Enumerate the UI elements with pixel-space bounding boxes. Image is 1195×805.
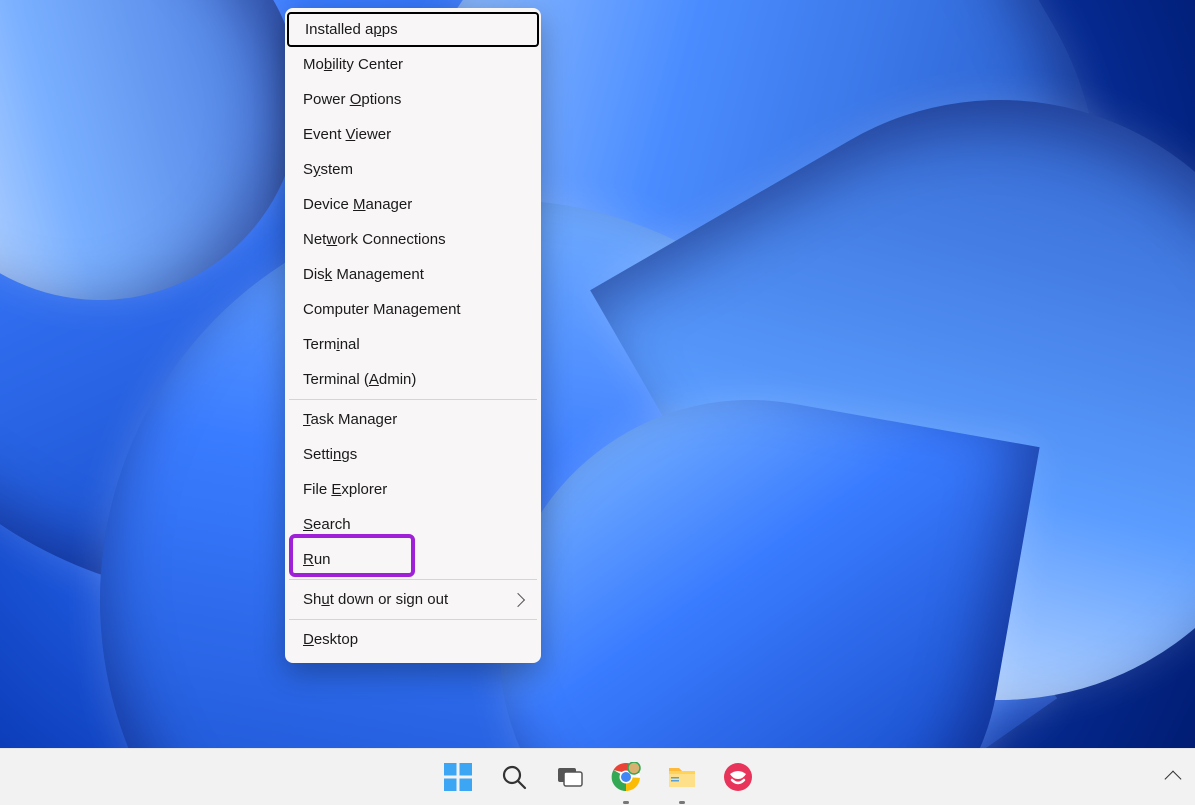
menu-item-mobility-center[interactable]: Mobility Center xyxy=(285,47,541,82)
menu-item-system[interactable]: System xyxy=(285,152,541,187)
menu-separator xyxy=(289,619,537,620)
menu-item-disk-management[interactable]: Disk Management xyxy=(285,257,541,292)
file-explorer-taskbar-icon[interactable] xyxy=(662,757,702,797)
menu-item-task-manager[interactable]: Task Manager xyxy=(285,402,541,437)
system-tray[interactable] xyxy=(1159,748,1187,805)
menu-item-computer-management[interactable]: Computer Management xyxy=(285,292,541,327)
taskbar xyxy=(0,748,1195,805)
zoho-icon xyxy=(723,762,753,792)
menu-item-label: Power Options xyxy=(303,91,401,108)
menu-item-event-viewer[interactable]: Event Viewer xyxy=(285,117,541,152)
menu-item-label: Run xyxy=(303,551,331,568)
menu-item-power-options[interactable]: Power Options xyxy=(285,82,541,117)
menu-item-run[interactable]: Run xyxy=(285,542,541,577)
folder-icon xyxy=(667,764,697,790)
task-view-button[interactable] xyxy=(550,757,590,797)
menu-item-label: Network Connections xyxy=(303,231,446,248)
menu-item-label: Terminal xyxy=(303,336,360,353)
menu-item-label: Device Manager xyxy=(303,196,412,213)
menu-item-label: Desktop xyxy=(303,631,358,648)
menu-item-device-manager[interactable]: Device Manager xyxy=(285,187,541,222)
winx-context-menu[interactable]: Installed apps Mobility Center Power Optio… xyxy=(285,8,541,663)
search-button[interactable] xyxy=(494,757,534,797)
menu-item-label: Mobility Center xyxy=(303,56,403,73)
taskbar-center-icons xyxy=(438,757,758,797)
desktop-background: Installed apps Mobility Center Power Optio… xyxy=(0,0,1195,805)
zoho-taskbar-icon[interactable] xyxy=(718,757,758,797)
menu-item-label: Computer Management xyxy=(303,301,461,318)
menu-item-installed-apps[interactable]: Installed apps xyxy=(287,12,539,47)
menu-item-label: Task Manager xyxy=(303,411,397,428)
chrome-taskbar-icon[interactable] xyxy=(606,757,646,797)
menu-item-shut-down-or-sign-out[interactable]: Shut down or sign out xyxy=(285,582,541,617)
search-icon xyxy=(501,764,527,790)
chevron-right-icon xyxy=(511,592,525,606)
menu-item-label: Shut down or sign out xyxy=(303,591,448,608)
menu-item-label: Event Viewer xyxy=(303,126,391,143)
menu-item-terminal-admin[interactable]: Terminal (Admin) xyxy=(285,362,541,397)
chrome-icon xyxy=(611,762,641,792)
menu-separator xyxy=(289,579,537,580)
menu-item-label: Settings xyxy=(303,446,357,463)
menu-item-label: System xyxy=(303,161,353,178)
menu-item-label: Disk Management xyxy=(303,266,424,283)
start-button[interactable] xyxy=(438,757,478,797)
menu-item-settings[interactable]: Settings xyxy=(285,437,541,472)
windows-logo-icon xyxy=(444,763,472,791)
tray-overflow-chevron-icon[interactable] xyxy=(1165,770,1182,787)
menu-item-label: File Explorer xyxy=(303,481,387,498)
menu-item-label: Search xyxy=(303,516,351,533)
menu-separator xyxy=(289,399,537,400)
menu-item-search[interactable]: Search xyxy=(285,507,541,542)
menu-item-file-explorer[interactable]: File Explorer xyxy=(285,472,541,507)
menu-item-desktop[interactable]: Desktop xyxy=(285,622,541,657)
menu-item-label: Terminal (Admin) xyxy=(303,371,416,388)
menu-item-network-connections[interactable]: Network Connections xyxy=(285,222,541,257)
menu-item-label: Installed apps xyxy=(305,21,398,38)
menu-item-terminal[interactable]: Terminal xyxy=(285,327,541,362)
task-view-icon xyxy=(556,763,584,791)
